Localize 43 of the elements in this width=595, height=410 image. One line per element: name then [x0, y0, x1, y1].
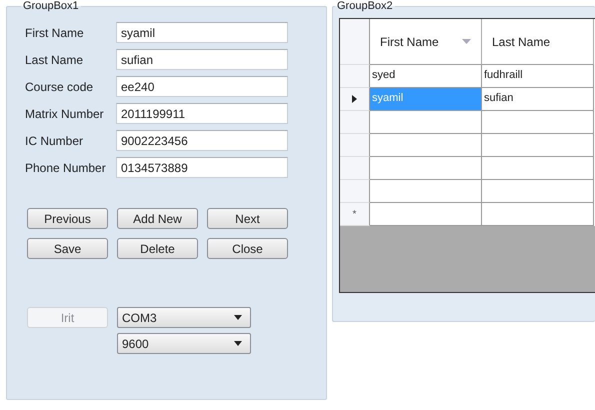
field-label: Phone Number	[25, 160, 107, 174]
field-label: Last Name	[25, 52, 84, 66]
table-cell[interactable]	[482, 134, 594, 157]
table-cell[interactable]: fudhraill	[482, 65, 594, 88]
table-cell[interactable]: syed	[370, 65, 482, 88]
text-field[interactable]: 2011199911	[116, 103, 288, 124]
table-cell[interactable]	[370, 134, 482, 157]
caret-icon	[234, 315, 242, 320]
sort-icon	[462, 39, 471, 44]
table-cell[interactable]	[482, 203, 594, 226]
group-box-title: GroupBox1	[22, 0, 80, 12]
row-header[interactable]	[340, 88, 370, 111]
action-button[interactable]: Previous	[27, 208, 108, 229]
row-header[interactable]: *	[340, 203, 370, 226]
column-header[interactable]: Last Name	[482, 19, 594, 65]
action-button[interactable]: Next	[207, 208, 288, 229]
table-cell[interactable]	[482, 111, 594, 134]
action-button[interactable]: Save	[27, 238, 108, 259]
text-field[interactable]: syamil	[116, 22, 288, 43]
text-field[interactable]: 0134573889	[116, 157, 288, 178]
dropdown[interactable]: 9600	[117, 333, 251, 354]
table-cell[interactable]	[482, 157, 594, 180]
dropdown[interactable]: COM3	[117, 307, 251, 328]
action-button[interactable]: Close	[207, 238, 288, 259]
new-row-marker: *	[352, 208, 356, 220]
field-label: First Name	[25, 26, 85, 40]
text-field[interactable]: sufian	[116, 49, 288, 70]
field-label: IC Number	[25, 134, 84, 148]
field-label: Matrix Number	[25, 106, 105, 120]
action-button[interactable]: Add New	[117, 208, 198, 229]
field-label: Course code	[25, 80, 94, 94]
text-field[interactable]: 9002223456	[116, 130, 288, 151]
group-box-title: GroupBox2	[336, 0, 394, 12]
text-field[interactable]: ee240	[116, 76, 288, 97]
table-cell[interactable]	[370, 203, 482, 226]
table-cell[interactable]	[370, 111, 482, 134]
table-cell[interactable]: sufian	[482, 88, 594, 111]
table-cell[interactable]	[370, 180, 482, 203]
table-cell[interactable]	[370, 157, 482, 180]
table-cell[interactable]	[482, 180, 594, 203]
column-header[interactable]: First Name	[370, 19, 482, 65]
caret-icon	[234, 341, 242, 346]
action-button[interactable]: Delete	[117, 238, 198, 259]
